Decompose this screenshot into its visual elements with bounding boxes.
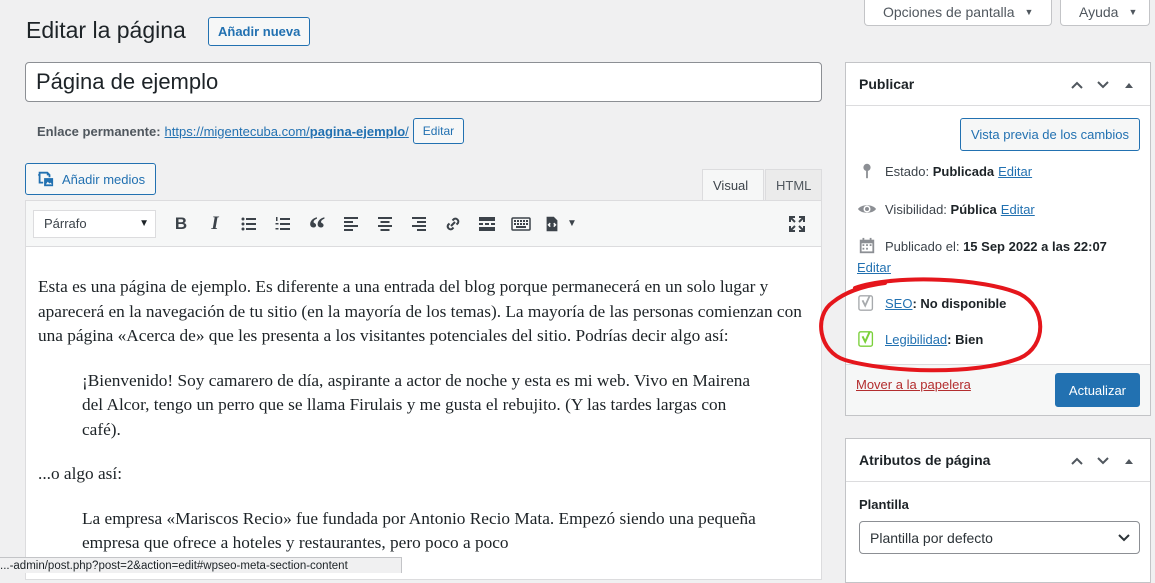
align-center-icon[interactable] (368, 209, 402, 239)
seo-value: : No disponible (912, 295, 1007, 311)
visibility-value: Pública (950, 201, 997, 217)
screen-options-tab[interactable]: Opciones de pantalla ▼ (864, 0, 1052, 26)
toolbar-toggle-icon[interactable] (504, 209, 538, 239)
add-media-label: Añadir medios (62, 171, 146, 187)
readability-score-row: Legibilidad: Bien (857, 329, 983, 349)
published-date-row: Publicado el: 15 Sep 2022 a las 22:07 (857, 236, 1107, 256)
chevron-down-icon[interactable] (1090, 451, 1116, 471)
publish-box-header: Publicar (846, 63, 1150, 106)
page-title: Editar la página (26, 17, 186, 43)
template-label: Plantilla (859, 497, 909, 512)
permalink-edit-button[interactable]: Editar (412, 118, 465, 144)
calendar-icon (857, 236, 877, 256)
chevron-up-icon[interactable] (1064, 75, 1090, 95)
visibility-edit-link[interactable]: Editar (1001, 202, 1035, 217)
numbered-list-icon[interactable] (266, 209, 300, 239)
content-paragraph: ...o algo así: (38, 464, 122, 483)
page-attributes-header: Atributos de página (846, 439, 1150, 482)
chevron-down-icon: ▼ (139, 218, 149, 229)
chevron-down-icon (1118, 533, 1130, 541)
content-paragraph: Esta es una página de ejemplo. Es difere… (38, 277, 802, 345)
caret-down-icon: ▼ (1024, 6, 1034, 17)
add-media-button[interactable]: Añadir medios (25, 163, 157, 195)
chevron-up-icon[interactable] (1064, 451, 1090, 471)
editor: Párrafo ▼ B I “ ▼ Esta es una página de … (25, 200, 822, 580)
editor-toolbar: Párrafo ▼ B I “ ▼ (26, 201, 821, 247)
publish-box-footer: Mover a la papelera Actualizar (846, 364, 1150, 415)
content-quote: La empresa «Mariscos Recio» fue fundada … (82, 508, 756, 553)
page-attributes-title: Atributos de página (859, 452, 991, 468)
published-date-value: 15 Sep 2022 a las 22:07 (963, 238, 1107, 254)
status-edit-link[interactable]: Editar (998, 164, 1032, 179)
readability-value: : Bien (947, 331, 984, 347)
permalink-label: Enlace permanente: (37, 123, 161, 139)
status-value: Publicada (932, 163, 995, 179)
caret-down-icon: ▼ (1128, 6, 1138, 17)
page-attributes-box: Atributos de página Plantilla Plantilla … (845, 438, 1151, 583)
seo-score-row: SEO: No disponible (857, 293, 1006, 313)
bullet-list-icon[interactable] (232, 209, 266, 239)
status-row: Estado: Publicada Editar (857, 161, 1032, 181)
format-select[interactable]: Párrafo ▼ (33, 209, 156, 238)
status-bar-url: ...-admin/post.php?post=2&action=edit#wp… (0, 557, 402, 573)
permalink-link[interactable]: https://migentecuba.com/pagina-ejemplo/ (165, 124, 409, 139)
media-icon (38, 171, 54, 187)
help-tab[interactable]: Ayuda ▼ (1060, 0, 1150, 26)
add-new-button[interactable]: Añadir nueva (208, 17, 311, 46)
visibility-row: Visibilidad: Pública Editar (857, 199, 1035, 219)
tab-visual[interactable]: Visual (702, 169, 764, 201)
pin-icon (857, 161, 877, 181)
publish-box-title: Publicar (859, 76, 915, 92)
format-select-value: Párrafo (44, 216, 87, 231)
bold-icon[interactable]: B (164, 209, 198, 239)
move-to-trash-link[interactable]: Mover a la papelera (856, 377, 971, 392)
tab-html[interactable]: HTML (765, 169, 822, 201)
screen-options-label: Opciones de pantalla (883, 3, 1015, 20)
link-icon[interactable] (436, 209, 470, 239)
content-quote: ¡Bienvenido! Soy camarero de día, aspira… (82, 370, 751, 439)
preview-changes-button[interactable]: Vista previa de los cambios (959, 118, 1140, 151)
shortcode-icon[interactable]: ▼ (538, 209, 582, 239)
read-more-icon[interactable] (470, 209, 504, 239)
post-title-input[interactable]: Página de ejemplo (25, 62, 822, 102)
collapse-toggle-icon[interactable] (1116, 75, 1142, 95)
permalink: Enlace permanente: https://migentecuba.c… (37, 118, 465, 144)
align-left-icon[interactable] (334, 209, 368, 239)
blockquote-icon[interactable]: “ (300, 209, 334, 246)
italic-icon[interactable]: I (198, 209, 232, 239)
align-right-icon[interactable] (402, 209, 436, 239)
yoast-readability-icon (857, 329, 877, 349)
template-select[interactable]: Plantilla por defecto (859, 521, 1140, 554)
published-date-edit-link[interactable]: Editar (857, 260, 891, 275)
seo-link[interactable]: SEO (885, 296, 912, 311)
help-label: Ayuda (1079, 3, 1119, 20)
editor-content[interactable]: Esta es una página de ejemplo. Es difere… (26, 247, 821, 556)
eye-icon (857, 199, 877, 219)
update-button[interactable]: Actualizar (1054, 373, 1140, 407)
chevron-down-icon[interactable] (1090, 75, 1116, 95)
collapse-toggle-icon[interactable] (1116, 451, 1142, 471)
publish-box: Publicar Vista previa de los cambios Est… (845, 62, 1151, 416)
fullscreen-icon[interactable] (787, 214, 807, 234)
readability-link[interactable]: Legibilidad (885, 332, 947, 347)
yoast-seo-icon (857, 293, 877, 313)
template-select-value: Plantilla por defecto (870, 529, 993, 546)
